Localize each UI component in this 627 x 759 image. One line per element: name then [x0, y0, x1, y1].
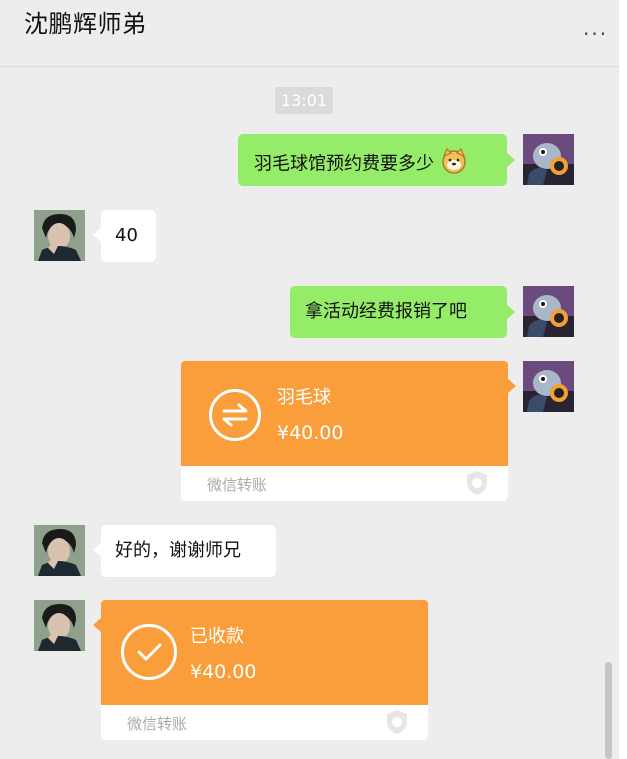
- shield-icon: [386, 709, 408, 735]
- transfer-amount: ¥40.00: [190, 661, 257, 683]
- transfer-title: 羽毛球: [277, 387, 331, 408]
- message-timestamp: 13:01: [275, 87, 333, 114]
- more-icon[interactable]: ···: [583, 22, 608, 46]
- avatar-self[interactable]: [523, 134, 574, 185]
- transfer-card-sent[interactable]: 羽毛球 ¥40.00 微信转账: [181, 361, 508, 501]
- avatar-self[interactable]: [523, 361, 574, 412]
- transfer-amount: ¥40.00: [277, 422, 344, 444]
- scrollbar-thumb[interactable]: [605, 662, 612, 759]
- bubble-tail: [93, 228, 101, 242]
- message-bubble-outgoing[interactable]: 拿活动经费报销了吧: [290, 286, 507, 338]
- message-text: 好的，谢谢师兄: [115, 540, 241, 561]
- transfer-footer-label: 微信转账: [207, 476, 268, 494]
- bubble-tail: [93, 618, 101, 632]
- message-bubble-incoming[interactable]: 40: [101, 210, 156, 262]
- avatar-self[interactable]: [523, 286, 574, 337]
- chat-title: 沈鹏辉师弟: [24, 10, 147, 38]
- message-text: 拿活动经费报销了吧: [305, 301, 467, 322]
- message-bubble-outgoing[interactable]: 羽毛球馆预约费要多少: [238, 134, 507, 186]
- shield-icon: [466, 470, 488, 496]
- chat-header: 沈鹏辉师弟 ···: [0, 0, 620, 67]
- message-text: 40: [115, 225, 138, 246]
- avatar-contact[interactable]: [34, 600, 85, 651]
- check-circle-icon: [121, 624, 177, 680]
- transfer-title: 已收款: [190, 626, 244, 647]
- transfer-card-received[interactable]: 已收款 ¥40.00 微信转账: [101, 600, 428, 740]
- doge-emoji-icon: [440, 147, 468, 181]
- bubble-tail: [508, 379, 516, 393]
- scrollbar-track: [619, 0, 627, 759]
- transfer-footer-label: 微信转账: [127, 715, 188, 733]
- bubble-tail: [507, 305, 515, 319]
- bubble-tail: [507, 153, 515, 167]
- transfer-arrows-icon: [209, 389, 261, 441]
- message-text: 羽毛球馆预约费要多少: [254, 153, 434, 175]
- message-bubble-incoming[interactable]: 好的，谢谢师兄: [101, 525, 276, 577]
- avatar-contact[interactable]: [34, 525, 85, 576]
- avatar-contact[interactable]: [34, 210, 85, 261]
- bubble-tail: [93, 543, 101, 557]
